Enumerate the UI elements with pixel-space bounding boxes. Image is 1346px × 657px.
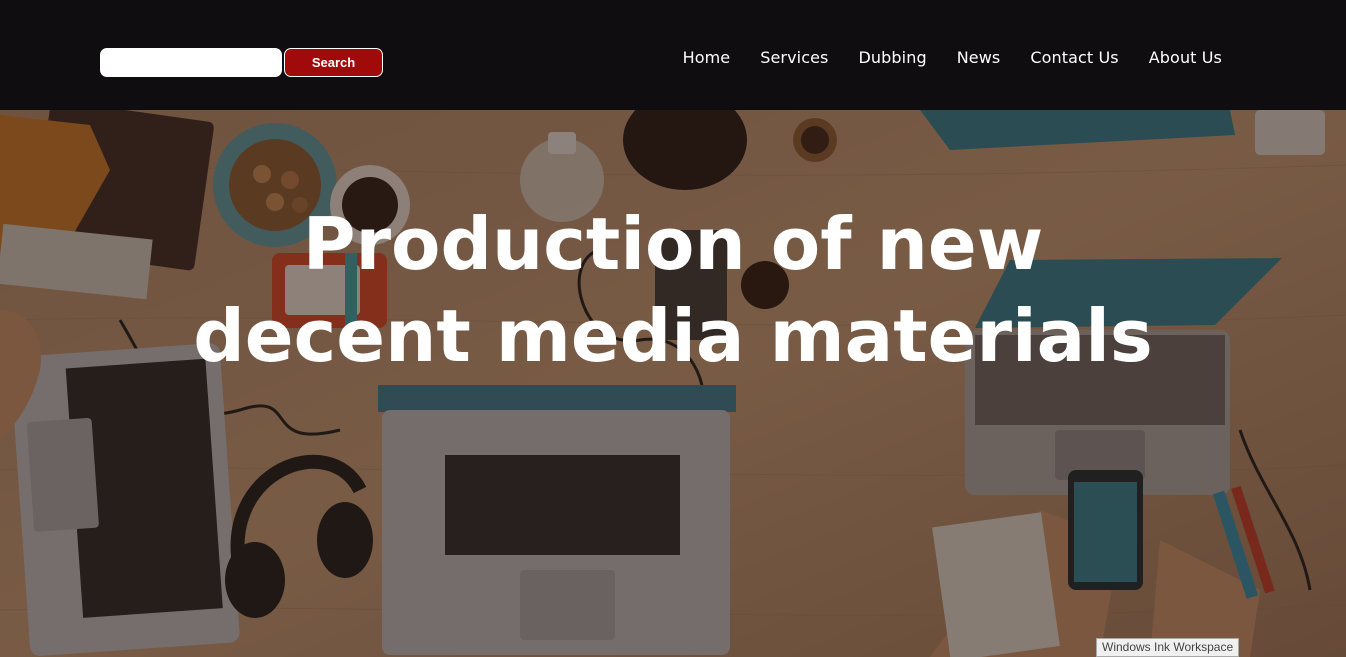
page: Search Home Services Dubbing News Contac…: [0, 0, 1346, 657]
nav-link-about-us[interactable]: About Us: [1149, 48, 1222, 67]
nav-item-dubbing: Dubbing: [859, 47, 927, 69]
nav-link-dubbing[interactable]: Dubbing: [859, 48, 927, 67]
hero-overlay: [0, 110, 1346, 657]
nav-item-contact: Contact Us: [1030, 47, 1118, 69]
hero-section: [0, 110, 1346, 657]
nav-link-news[interactable]: News: [957, 48, 1001, 67]
site-header: Search Home Services Dubbing News Contac…: [0, 0, 1346, 110]
search-button[interactable]: Search: [284, 48, 383, 77]
nav-item-home: Home: [683, 47, 731, 69]
main-nav: Home Services Dubbing News Contact Us Ab…: [683, 47, 1222, 69]
nav-item-about: About Us: [1149, 47, 1222, 69]
hero-title: Production of new decent media materials: [193, 202, 1153, 378]
system-tooltip: Windows Ink Workspace: [1096, 638, 1240, 657]
nav-item-services: Services: [760, 47, 828, 69]
nav-link-contact-us[interactable]: Contact Us: [1030, 48, 1118, 67]
nav-link-services[interactable]: Services: [760, 48, 828, 67]
nav-link-home[interactable]: Home: [683, 48, 731, 67]
nav-item-news: News: [957, 47, 1001, 69]
search-input[interactable]: [100, 48, 282, 77]
